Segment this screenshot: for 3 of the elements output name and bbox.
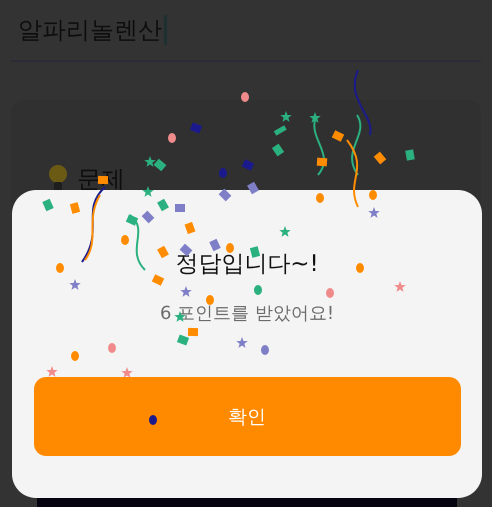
dialog-title: 정답입니다~! [175,250,319,279]
dialog-message: 6 포인트를 받았어요! [160,302,334,325]
confirm-button[interactable]: 확인 [34,377,460,456]
